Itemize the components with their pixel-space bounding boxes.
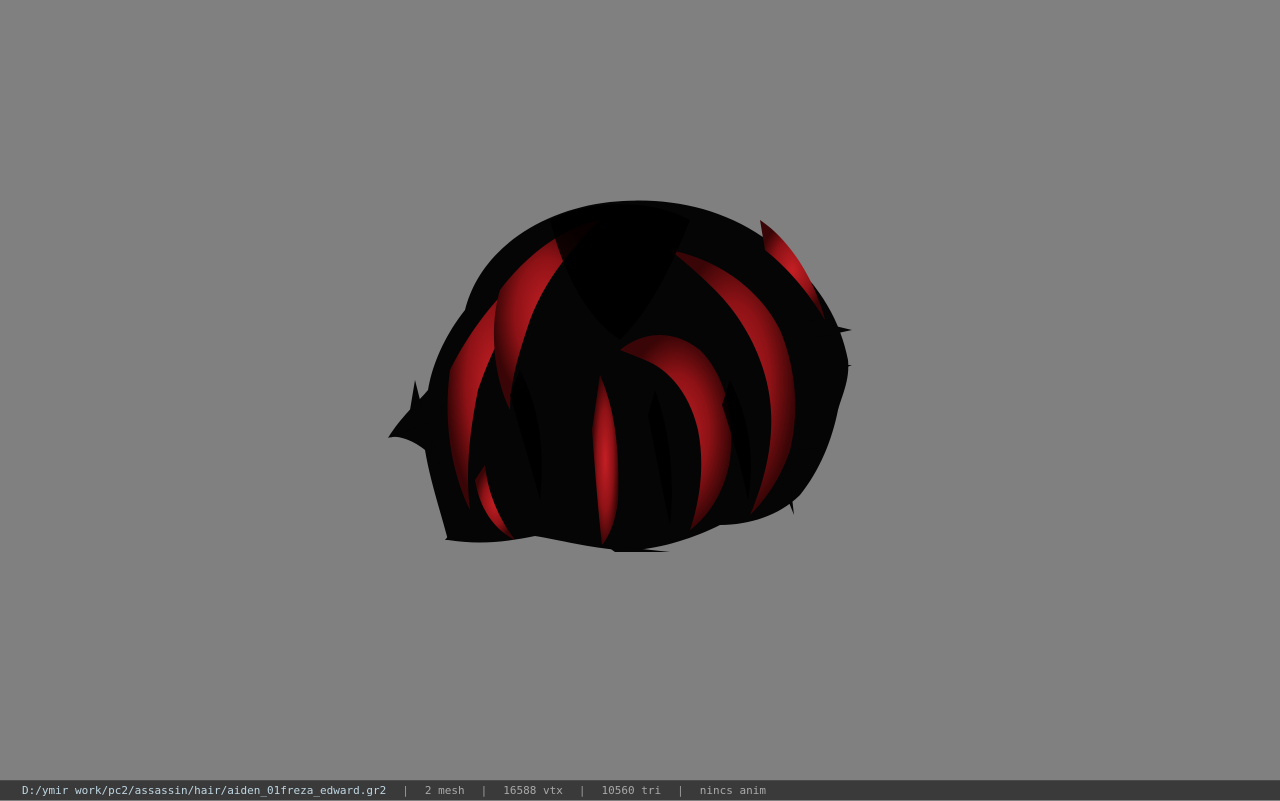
file-path-label: D:/ymir work/pc2/assassin/hair/aiden_01f… [22, 783, 387, 797]
mesh-count-label: 2 mesh [424, 783, 465, 797]
status-bar: D:/ymir work/pc2/assassin/hair/aiden_01f… [0, 780, 1280, 800]
vertex-count-label: 16588 vtx [503, 783, 563, 797]
status-separator: | [677, 783, 684, 797]
hair-model-render[interactable] [370, 180, 870, 570]
status-separator: | [480, 783, 488, 797]
3d-viewport[interactable] [0, 0, 1280, 780]
animation-status-label: nincs anim [699, 783, 766, 797]
triangle-count-label: 10560 tri [601, 783, 662, 797]
status-separator: | [402, 783, 409, 797]
status-separator: | [578, 783, 586, 797]
